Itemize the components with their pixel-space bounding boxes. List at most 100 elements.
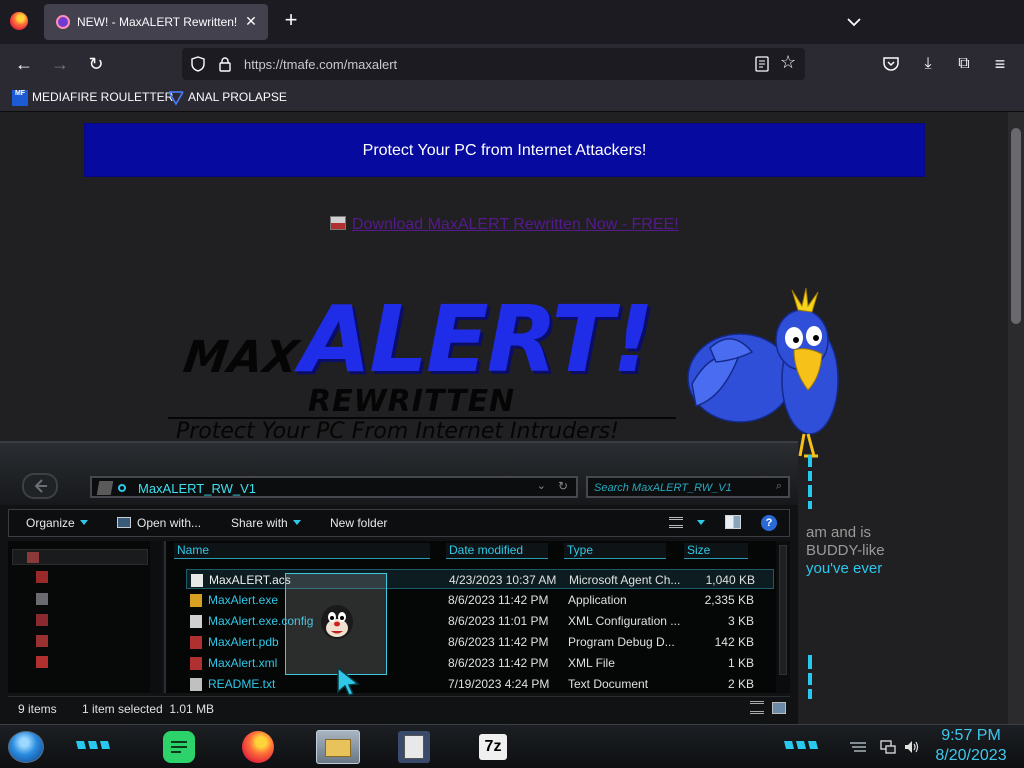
bookmark-star-icon[interactable]: ☆	[780, 52, 796, 73]
file-type: Microsoft Agent Ch...	[569, 573, 681, 587]
explorer-path-text[interactable]: MaxALERT_RW_V1	[138, 481, 256, 496]
firefox-menu-icon[interactable]	[10, 12, 28, 30]
nav-item[interactable]	[36, 654, 146, 670]
file-explorer-window: MaxALERT_RW_V1 ⌄ ↻ Search MaxALERT_RW_V1…	[0, 441, 798, 725]
side-text-line: am and is	[806, 524, 872, 541]
file-row[interactable]: MaxAlert.pdb 8/6/2023 11:42 PM Program Deb…	[186, 632, 774, 652]
file-type: XML Configuration ...	[568, 614, 681, 628]
file-name: MaxAlert.xml	[208, 656, 278, 670]
selection-info: 1 item selected 1.01 MB	[82, 702, 215, 716]
tab-title: NEW! - MaxALERT Rewritten!	[77, 15, 238, 29]
nav-item[interactable]	[36, 633, 146, 649]
forward-arrow-icon[interactable]: →	[48, 52, 72, 76]
nav-pane-scrollbar[interactable]	[150, 541, 162, 693]
xml-file-icon	[190, 657, 202, 670]
explorer-command-bar: Organize Open with... Share with New fol…	[8, 509, 790, 537]
volume-icon[interactable]	[904, 739, 920, 755]
tab-close-icon[interactable]: ✕	[242, 12, 260, 30]
nav-item[interactable]	[36, 612, 146, 628]
extensions-icon[interactable]: ⧉	[952, 52, 976, 76]
explorer-search-box[interactable]: Search MaxALERT_RW_V1 ⌕	[586, 476, 790, 498]
clock-date[interactable]: 8/20/2023	[926, 747, 1016, 765]
url-text[interactable]: https://tmafe.com/maxalert	[244, 57, 397, 72]
preview-pane-icon[interactable]	[725, 515, 741, 529]
clock-time[interactable]: 9:57 PM	[926, 727, 1016, 745]
nav-item-favorites[interactable]	[12, 549, 148, 565]
list-all-tabs-icon[interactable]	[844, 12, 864, 32]
bookmark-second[interactable]: ANAL PROLAPSE	[168, 90, 287, 108]
banner-text: Protect Your PC from Internet Attackers!	[362, 142, 647, 159]
file-row[interactable]: MaxAlert.exe.config 8/6/2023 11:01 PM XML …	[186, 611, 774, 631]
explorer-header: MaxALERT_RW_V1 ⌄ ↻ Search MaxALERT_RW_V1…	[0, 443, 798, 505]
folder-icon	[36, 571, 48, 583]
show-hidden-icons-icon[interactable]	[848, 739, 868, 755]
folder-icon	[36, 635, 48, 647]
favorites-icon	[27, 552, 39, 563]
column-header-name[interactable]: Name	[174, 543, 430, 559]
address-dropdown-icon[interactable]: ⌄	[537, 479, 546, 492]
bonzi-parrot-mascot-icon[interactable]	[682, 288, 852, 460]
file-row[interactable]: MaxAlert.exe 8/6/2023 11:42 PM Application…	[186, 590, 774, 610]
refresh-icon[interactable]: ↻	[558, 479, 568, 493]
file-name: MaxAlert.exe	[208, 593, 279, 607]
column-header-type[interactable]: Type	[564, 543, 666, 559]
address-bar[interactable]: https://tmafe.com/maxalert ☆	[182, 48, 805, 80]
taskbar-agent-app-icon[interactable]	[398, 731, 430, 763]
hamburger-menu-icon[interactable]: ≡	[988, 52, 1012, 76]
file-row[interactable]: MaxALERT.acs 4/23/2023 10:37 AM Microsoft …	[186, 569, 774, 589]
help-icon[interactable]: ?	[761, 515, 777, 531]
page-scrollbar[interactable]	[1008, 112, 1024, 724]
taskbar-firefox-icon[interactable]	[242, 731, 274, 763]
pocket-icon[interactable]	[882, 56, 900, 72]
nav-item[interactable]	[36, 591, 146, 607]
open-with-icon	[117, 517, 131, 528]
open-with-button[interactable]: Open with...	[117, 516, 201, 530]
file-list-scrollbar[interactable]	[776, 541, 790, 693]
start-orb-icon[interactable]	[8, 731, 44, 763]
drag-preview	[285, 573, 387, 675]
navigation-pane	[8, 541, 162, 693]
download-link[interactable]: Download MaxALERT Rewritten Now - FREE!	[330, 216, 679, 234]
folder-icon	[36, 593, 48, 605]
organize-button[interactable]: Organize	[26, 516, 88, 530]
reload-icon[interactable]: ↻	[84, 52, 108, 76]
large-icons-view-icon[interactable]	[772, 702, 786, 714]
column-header-date[interactable]: Date modified	[446, 543, 548, 559]
page-banner: Protect Your PC from Internet Attackers!	[84, 123, 925, 177]
new-folder-button[interactable]: New folder	[330, 516, 387, 530]
taskbar-7zip-icon[interactable]: 7z	[479, 734, 507, 760]
details-view-icon[interactable]	[750, 701, 764, 714]
agent-app-window-icon	[404, 735, 424, 759]
change-view-button[interactable]	[669, 516, 705, 530]
back-arrow-icon[interactable]: ←	[12, 52, 36, 76]
file-row[interactable]: README.txt 7/19/2023 4:24 PM Text Document…	[186, 674, 774, 694]
search-icon[interactable]: ⌕	[776, 480, 782, 493]
file-type: Text Document	[568, 677, 649, 691]
scrollbar-thumb[interactable]	[1011, 128, 1021, 324]
new-tab-icon[interactable]: +	[280, 9, 302, 32]
file-date-modified: 8/6/2023 11:42 PM	[448, 593, 549, 607]
file-row[interactable]: MaxAlert.xml 8/6/2023 11:42 PM XML File 1 K…	[186, 653, 774, 673]
scrollbar-thumb[interactable]	[779, 545, 787, 675]
back-navigation-button[interactable]	[22, 473, 58, 499]
lock-icon[interactable]	[218, 56, 232, 72]
file-size: 1,040 KB	[705, 573, 755, 587]
view-list-icon	[669, 517, 683, 528]
search-placeholder[interactable]: Search MaxALERT_RW_V1	[594, 482, 732, 494]
column-header-size[interactable]: Size	[684, 543, 748, 559]
explorer-status-bar: 9 items 1 item selected 1.01 MB	[8, 696, 790, 720]
reader-view-icon[interactable]	[754, 56, 770, 72]
side-description-text: am and is BUDDY-like you've ever	[806, 524, 1006, 578]
file-date-modified: 8/6/2023 11:42 PM	[448, 656, 549, 670]
taskbar-notes-app[interactable]	[163, 731, 195, 763]
downloads-icon[interactable]: ⤓	[916, 52, 940, 76]
taskbar-file-explorer-icon[interactable]	[316, 730, 360, 764]
logo-alert-text: ALERT!	[300, 286, 654, 393]
explorer-address-bar[interactable]: MaxALERT_RW_V1 ⌄ ↻	[90, 476, 578, 498]
network-icon[interactable]	[880, 739, 896, 755]
bookmark-mediafire-rouletter[interactable]: MF MEDIAFIRE ROULETTER	[12, 90, 173, 108]
shield-icon[interactable]	[190, 56, 206, 72]
nav-item[interactable]	[36, 569, 146, 585]
tab-maxalert[interactable]: NEW! - MaxALERT Rewritten! ✕	[44, 4, 268, 40]
share-with-button[interactable]: Share with	[231, 516, 301, 530]
